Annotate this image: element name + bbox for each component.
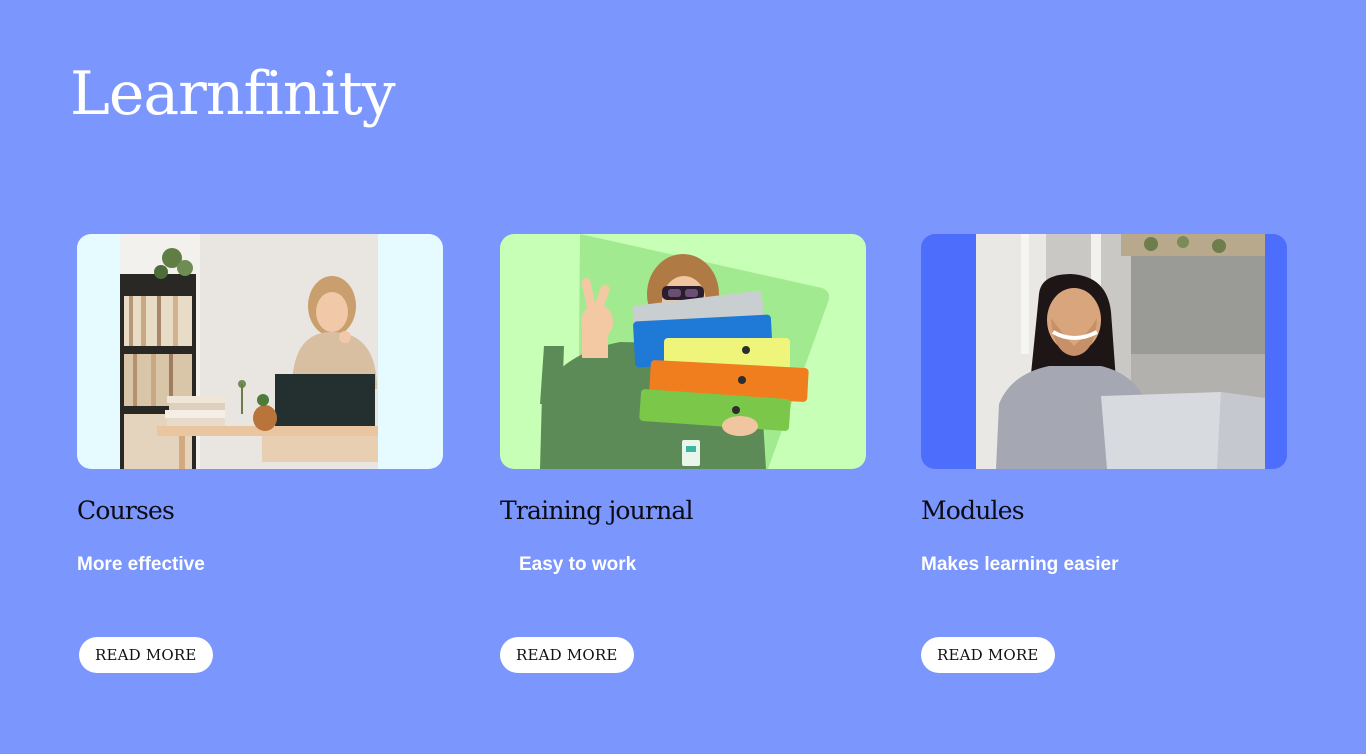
read-more-button[interactable]: READ MORE xyxy=(921,637,1055,673)
card-training-journal: Training journal Easy to work READ MORE xyxy=(500,234,866,673)
card-title: Courses xyxy=(77,496,175,525)
brand-logo[interactable]: Learnfinity xyxy=(70,58,396,130)
smiling-woman-laptop-photo xyxy=(921,234,1287,469)
card-title: Modules xyxy=(921,496,1025,525)
card-image-courses[interactable] xyxy=(77,234,443,469)
read-more-button[interactable]: READ MORE xyxy=(79,637,213,673)
card-modules: Modules Makes learning easier READ MORE xyxy=(921,234,1287,673)
card-subtitle: Easy to work xyxy=(519,554,637,575)
read-more-button[interactable]: READ MORE xyxy=(500,637,634,673)
card-title: Training journal xyxy=(500,496,694,525)
person-with-folders-photo xyxy=(500,234,866,469)
card-subtitle: More effective xyxy=(77,554,205,575)
card-image-training-journal[interactable] xyxy=(500,234,866,469)
woman-at-desk-photo xyxy=(77,234,443,469)
card-courses: Courses More effective READ MORE xyxy=(77,234,443,673)
card-image-modules[interactable] xyxy=(921,234,1287,469)
card-subtitle: Makes learning easier xyxy=(921,554,1119,575)
